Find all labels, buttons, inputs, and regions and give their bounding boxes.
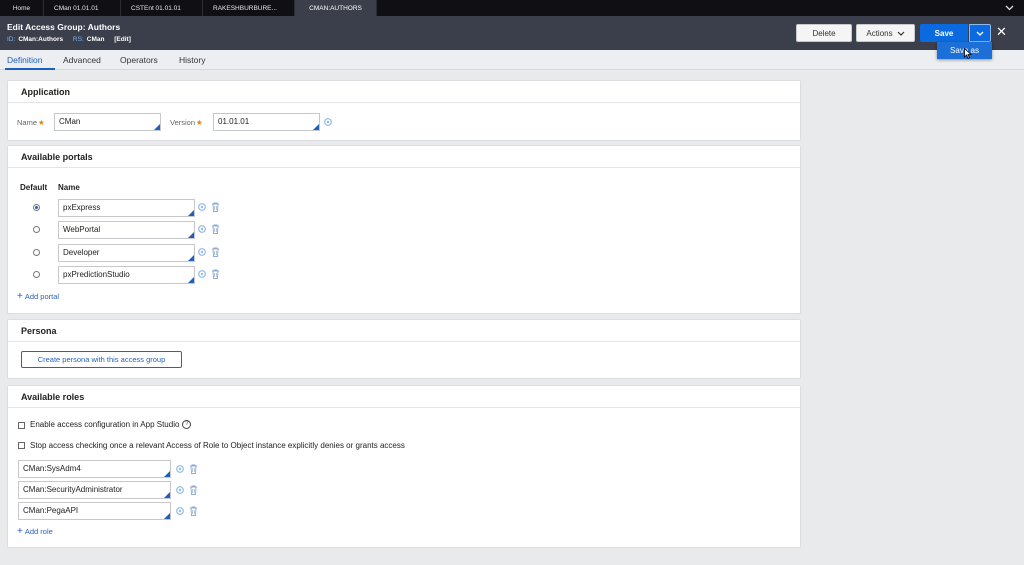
trash-icon[interactable]: [211, 269, 220, 279]
delete-button[interactable]: Delete: [796, 24, 852, 42]
gear-icon[interactable]: [175, 464, 185, 474]
plus-icon: +: [17, 291, 23, 302]
trash-icon[interactable]: [189, 485, 198, 495]
record-identifiers: ID: CMan:Authors RS: CMan [Edit]: [7, 36, 139, 43]
id-key: ID:: [7, 36, 16, 43]
role-name-field[interactable]: CMan:PegaAPI: [18, 502, 171, 520]
tab-rakeshburbure[interactable]: RAKESHBURBURE...: [203, 0, 295, 16]
persona-heading: Persona: [8, 320, 800, 342]
top-tab-strip: Home CMan 01.01.01 CSTEnt 01.01.01 RAKES…: [0, 0, 1024, 16]
close-icon[interactable]: ✕: [996, 25, 1007, 39]
chevron-down-icon: [976, 31, 984, 36]
record-title: Access Group: Authors: [25, 22, 121, 32]
tab-cman-authors[interactable]: CMAN:AUTHORS: [295, 0, 377, 16]
gear-icon[interactable]: [197, 269, 207, 279]
tab-home[interactable]: Home: [0, 0, 44, 16]
actions-label: Actions: [866, 28, 893, 38]
gear-icon[interactable]: [197, 224, 207, 234]
plus-icon: +: [17, 526, 23, 537]
portal-name-field[interactable]: WebPortal: [58, 221, 195, 239]
portal-name-field[interactable]: Developer: [58, 244, 195, 262]
active-tab-indicator: [5, 68, 55, 70]
stop-access-checking-label: Stop access checking once a relevant Acc…: [30, 441, 405, 450]
gear-icon[interactable]: [175, 506, 185, 516]
default-portal-radio[interactable]: [33, 204, 40, 211]
tab-cman-app[interactable]: CMan 01.01.01: [44, 0, 121, 16]
application-panel: Application Name★ CMan Version★ 01.01.01: [7, 80, 801, 141]
trash-icon[interactable]: [211, 247, 220, 257]
enable-app-studio-label: Enable access configuration in App Studi…: [30, 420, 192, 430]
tab-definition[interactable]: Definition: [7, 55, 42, 65]
trash-icon[interactable]: [189, 506, 198, 516]
trash-icon[interactable]: [211, 224, 220, 234]
rule-form-tabs: Definition Advanced Operators History: [0, 50, 1024, 70]
default-portal-radio[interactable]: [33, 271, 40, 278]
add-role-link[interactable]: + Add role: [17, 526, 53, 537]
tab-advanced[interactable]: Advanced: [63, 55, 101, 65]
trash-icon[interactable]: [211, 202, 220, 212]
chevron-down-icon[interactable]: [1005, 3, 1014, 13]
tab-cstent-app[interactable]: CSTEnt 01.01.01: [121, 0, 203, 16]
gear-icon[interactable]: [323, 117, 333, 127]
gear-icon[interactable]: [197, 247, 207, 257]
application-version-field[interactable]: 01.01.01: [213, 113, 320, 131]
default-portal-radio[interactable]: [33, 249, 40, 256]
save-button[interactable]: Save: [920, 24, 968, 42]
add-portal-link[interactable]: + Add portal: [17, 291, 59, 302]
page-title: Edit Access Group: Authors: [7, 22, 120, 32]
role-name-field[interactable]: CMan:SecurityAdministrator: [18, 481, 171, 499]
trash-icon[interactable]: [189, 464, 198, 474]
portal-name-field[interactable]: pxPredictionStudio: [58, 266, 195, 284]
gear-icon[interactable]: [197, 202, 207, 212]
actions-button[interactable]: Actions: [856, 24, 915, 42]
version-label: Version★: [170, 118, 203, 127]
tab-operators[interactable]: Operators: [120, 55, 158, 65]
application-name-field[interactable]: CMan: [54, 113, 161, 131]
roles-heading: Available roles: [8, 386, 800, 408]
portals-heading: Available portals: [8, 146, 800, 168]
create-persona-button[interactable]: Create persona with this access group: [21, 351, 182, 368]
enable-app-studio-checkbox[interactable]: [18, 422, 25, 429]
gear-icon[interactable]: [175, 485, 185, 495]
save-menu-toggle[interactable]: [969, 24, 991, 42]
rs-key: RS:: [72, 36, 84, 43]
name-column-header: Name: [58, 183, 80, 192]
id-value: CMan:Authors: [18, 36, 64, 43]
tab-history[interactable]: History: [179, 55, 205, 65]
ruleset-edit-link[interactable]: [Edit]: [114, 36, 131, 43]
required-marker: ★: [38, 118, 45, 127]
persona-panel: Persona Create persona with this access …: [7, 319, 801, 379]
available-portals-panel: Available portals Default Name pxExpress…: [7, 145, 801, 314]
stop-access-checking-checkbox[interactable]: [18, 442, 25, 449]
default-portal-radio[interactable]: [33, 226, 40, 233]
mouse-cursor-icon: [964, 48, 972, 59]
record-header: Edit Access Group: Authors ID: CMan:Autho…: [0, 16, 1024, 50]
required-marker: ★: [196, 118, 203, 127]
edit-label: Edit: [7, 22, 24, 32]
default-column-header: Default: [20, 183, 48, 192]
chevron-down-icon: [897, 31, 905, 36]
name-label: Name★: [17, 118, 45, 127]
portal-name-field[interactable]: pxExpress: [58, 199, 195, 217]
role-name-field[interactable]: CMan:SysAdm4: [18, 460, 171, 478]
available-roles-panel: Available roles Enable access configurat…: [7, 385, 801, 548]
rs-value: CMan: [86, 36, 105, 43]
application-heading: Application: [8, 81, 800, 103]
help-icon[interactable]: ?: [182, 420, 192, 430]
